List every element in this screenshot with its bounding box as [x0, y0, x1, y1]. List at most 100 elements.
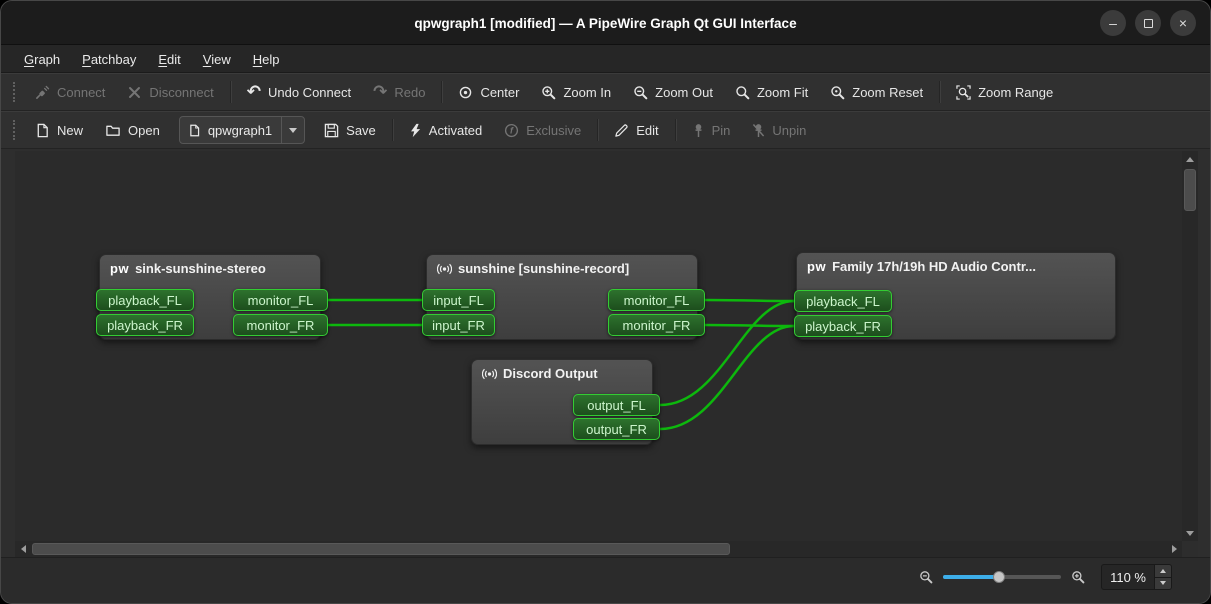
audio-port-input[interactable]: input_FR [422, 314, 495, 336]
open-label: Open [128, 123, 160, 138]
new-patchbay-button[interactable]: New [24, 115, 94, 145]
menu-help[interactable]: Help [242, 45, 291, 73]
scroll-down-button[interactable] [1182, 525, 1198, 541]
zoom-slider[interactable] [943, 569, 1061, 585]
arrow-up-icon [1186, 157, 1194, 162]
titlebar[interactable]: qpwgraph1 [modified] — A PipeWire Graph … [1, 1, 1210, 45]
node-title-text: sink-sunshine-stereo [135, 261, 266, 276]
activated-toggle[interactable]: Activated [398, 115, 493, 145]
close-button[interactable]: × [1170, 10, 1196, 36]
zoom-range-icon [956, 85, 971, 100]
menu-patchbay-label: Patchbay [82, 52, 136, 67]
menu-patchbay[interactable]: Patchbay [71, 45, 147, 73]
audio-port-input[interactable]: playback_FL [96, 289, 194, 311]
vertical-scroll-thumb[interactable] [1184, 169, 1196, 211]
unpin-button[interactable]: Unpin [741, 115, 817, 145]
pin-label: Pin [712, 123, 731, 138]
zoom-in-button[interactable]: Zoom In [530, 77, 622, 107]
zoom-out-icon[interactable] [919, 570, 933, 584]
horizontal-scrollbar[interactable] [15, 541, 1182, 557]
zoom-slider-handle[interactable] [993, 571, 1005, 583]
pin-button[interactable]: Pin [681, 115, 742, 145]
audio-port-output[interactable]: monitor_FR [233, 314, 328, 336]
audio-port-output[interactable]: output_FR [573, 418, 660, 440]
menu-view[interactable]: View [192, 45, 242, 73]
toolbar-separator [392, 119, 393, 141]
zoom-out-label: Zoom Out [655, 85, 713, 100]
scroll-left-button[interactable] [15, 541, 31, 557]
exclusive-icon: f [504, 123, 519, 138]
zoom-in-icon[interactable] [1071, 570, 1085, 584]
connection-wires [15, 151, 1182, 541]
zoom-value[interactable]: 110 % [1102, 565, 1154, 589]
audio-port-input[interactable]: input_FL [422, 289, 495, 311]
center-icon [458, 85, 473, 100]
audio-port-input[interactable]: playback_FR [794, 315, 892, 337]
save-patchbay-button[interactable]: Save [313, 115, 387, 145]
arrow-right-icon [1172, 545, 1177, 553]
menu-edit-label: Edit [158, 52, 180, 67]
patchbay-toolbar: New Open qpwgraph1 Save [1, 111, 1210, 149]
spin-buttons [1154, 565, 1171, 589]
undo-connect-label: Undo Connect [268, 85, 351, 100]
combo-dropdown[interactable] [281, 117, 297, 143]
minimize-button[interactable]: – [1100, 10, 1126, 36]
chevron-down-icon [289, 128, 297, 133]
graph-scroll-area: pw sink-sunshine-stereo playback_FL play… [15, 151, 1198, 557]
zoom-in-icon [541, 85, 556, 100]
menu-graph[interactable]: Graph [13, 45, 71, 73]
zoom-fit-button[interactable]: Zoom Fit [724, 77, 819, 107]
pipewire-icon: pw [807, 259, 826, 274]
scroll-up-button[interactable] [1182, 151, 1198, 167]
toolbar-handle[interactable] [13, 120, 15, 140]
statusbar: 110 % [1, 557, 1210, 603]
open-patchbay-button[interactable]: Open [94, 115, 171, 145]
zoom-range-button[interactable]: Zoom Range [945, 77, 1064, 107]
app-window: qpwgraph1 [modified] — A PipeWire Graph … [0, 0, 1211, 604]
vertical-scrollbar[interactable] [1182, 151, 1198, 541]
node-title: pw Family 17h/19h HD Audio Contr... [797, 253, 1115, 276]
graph-canvas[interactable]: pw sink-sunshine-stereo playback_FL play… [15, 151, 1182, 541]
audio-port-output[interactable]: monitor_FL [608, 289, 705, 311]
redo-button[interactable]: ↷ Redo [362, 77, 436, 107]
spin-up-button[interactable] [1155, 565, 1171, 577]
save-label: Save [346, 123, 376, 138]
audio-port-output[interactable]: monitor_FR [608, 314, 705, 336]
spin-down-button[interactable] [1155, 577, 1171, 590]
scroll-right-button[interactable] [1166, 541, 1182, 557]
toolbar-handle[interactable] [13, 82, 15, 102]
connect-button[interactable]: Connect [24, 77, 116, 107]
zoom-spinbox[interactable]: 110 % [1101, 564, 1172, 590]
pin-icon [692, 123, 705, 138]
lightning-icon [409, 123, 422, 138]
maximize-button[interactable] [1135, 10, 1161, 36]
horizontal-scroll-thumb[interactable] [32, 543, 730, 555]
audio-port-input[interactable]: playback_FL [794, 290, 892, 312]
minimize-icon: – [1109, 16, 1117, 30]
undo-connect-button[interactable]: ↶ Undo Connect [236, 77, 362, 107]
audio-port-input[interactable]: playback_FR [96, 314, 194, 336]
center-button[interactable]: Center [447, 77, 530, 107]
pipewire-icon: pw [110, 261, 129, 276]
patchbay-selector-combo[interactable]: qpwgraph1 [179, 116, 305, 144]
toolbar-separator [675, 119, 676, 141]
node-title: pw sink-sunshine-stereo [100, 255, 320, 278]
connection-wire [705, 325, 794, 326]
exclusive-toggle[interactable]: f Exclusive [493, 115, 592, 145]
audio-port-output[interactable]: output_FL [573, 394, 660, 416]
unpin-label: Unpin [772, 123, 806, 138]
zoom-out-button[interactable]: Zoom Out [622, 77, 724, 107]
connect-icon [35, 85, 50, 100]
patchbay-file-icon [188, 124, 201, 137]
zoom-reset-button[interactable]: Zoom Reset [819, 77, 934, 107]
close-icon: × [1179, 16, 1187, 30]
disconnect-icon [127, 85, 142, 100]
save-icon [324, 123, 339, 138]
edit-toggle[interactable]: Edit [603, 115, 669, 145]
maximize-icon [1144, 19, 1153, 28]
disconnect-button[interactable]: Disconnect [116, 77, 224, 107]
window-controls: – × [1100, 1, 1196, 45]
new-label: New [57, 123, 83, 138]
audio-port-output[interactable]: monitor_FL [233, 289, 328, 311]
menu-edit[interactable]: Edit [147, 45, 191, 73]
